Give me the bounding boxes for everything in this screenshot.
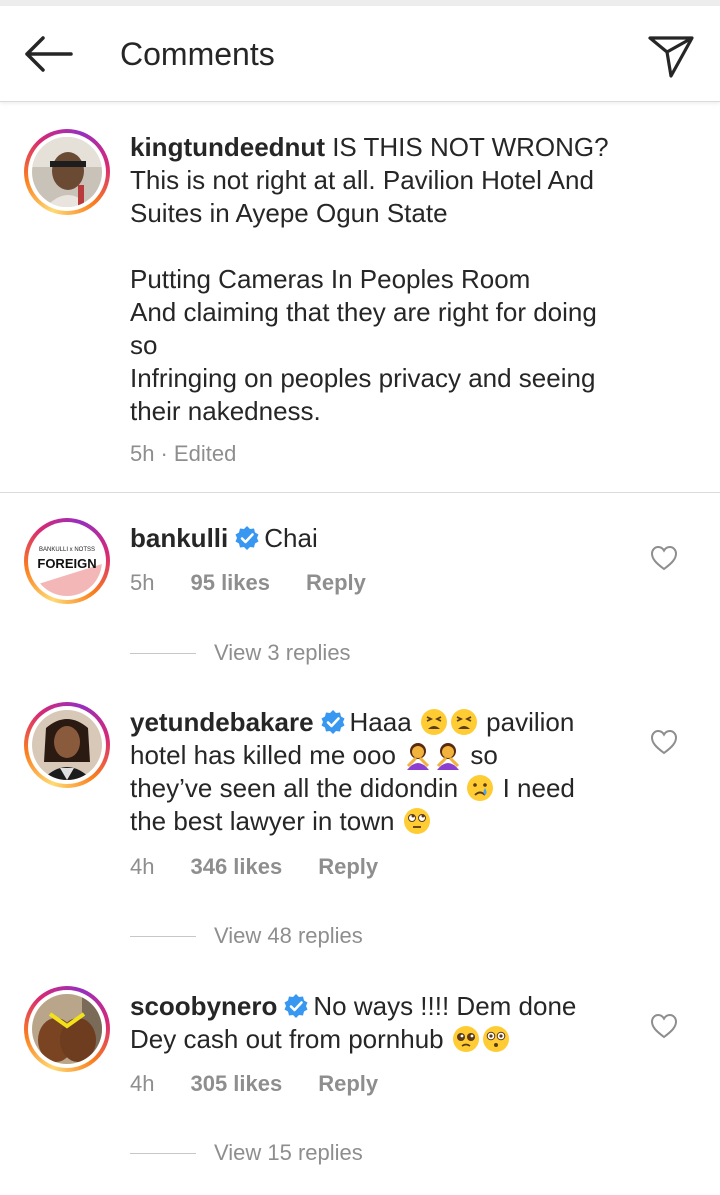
replies-line (130, 1152, 196, 1154)
comment-text: scoobynero No ways !!!! Dem done Dey cash… (130, 991, 577, 1054)
header-bar: Comments (0, 6, 720, 102)
avatar-photo: BANKULLI x NOTSS FOREIGN (32, 526, 102, 596)
comment-text: bankulli Chai (130, 523, 318, 553)
view-replies[interactable]: View 48 replies (130, 923, 363, 949)
verified-badge-icon (235, 526, 259, 550)
crying-face-emoji (467, 775, 494, 801)
avatar-photo (32, 137, 102, 207)
back-button[interactable] (18, 28, 78, 80)
avatar-logo-small: BANKULLI x NOTSS (39, 547, 95, 553)
comment-meta: 4h 346 likes Reply (130, 854, 414, 880)
pleading-face-emoji (452, 1026, 479, 1052)
comment-time: 4h (130, 1071, 155, 1096)
flushed-face-emoji (482, 1026, 509, 1052)
reply-button[interactable]: Reply (318, 1071, 378, 1096)
likes-count[interactable]: 95 likes (190, 570, 270, 595)
woman-gesturing-no-emoji (437, 743, 460, 770)
caption-username[interactable]: kingtundeednut (130, 132, 325, 162)
likes-count[interactable]: 346 likes (190, 854, 282, 879)
caption-edited: · Edited (160, 441, 237, 466)
avatar-photo (32, 710, 102, 780)
comment-text: yetundebakare Haaa pavilion hotel has kil… (130, 707, 575, 836)
replies-line (130, 935, 196, 937)
avatar[interactable] (24, 702, 110, 788)
verified-badge-icon (284, 994, 308, 1018)
verified-badge-icon (321, 710, 345, 734)
eye-roll-emoji (403, 808, 430, 834)
comment-time: 4h (130, 854, 155, 879)
reply-button[interactable]: Reply (306, 570, 366, 595)
comment-meta: 5h 95 likes Reply (130, 570, 402, 596)
avatar-logo-text: FOREIGN (37, 556, 96, 571)
avatar[interactable] (24, 129, 110, 215)
avatar[interactable]: BANKULLI x NOTSS FOREIGN (24, 518, 110, 604)
woman-gesturing-no-emoji (407, 743, 430, 770)
comment-time: 5h (130, 570, 155, 595)
paper-plane-icon (648, 36, 694, 78)
view-replies[interactable]: View 15 replies (130, 1140, 363, 1166)
reply-button[interactable]: Reply (318, 854, 378, 879)
heart-icon[interactable] (650, 729, 678, 755)
heart-icon[interactable] (650, 545, 678, 571)
page-title: Comments (120, 36, 275, 72)
avatar-photo (32, 994, 102, 1064)
caption-divider (0, 492, 720, 493)
likes-count[interactable]: 305 likes (190, 1071, 282, 1096)
replies-line (130, 652, 196, 654)
caption-time: 5h (130, 441, 155, 466)
comment-meta: 4h 305 likes Reply (130, 1071, 414, 1097)
avatar[interactable] (24, 986, 110, 1072)
caption-text: kingtundeednut IS THIS NOT WRONG? This i… (130, 132, 609, 426)
heart-icon[interactable] (650, 1013, 678, 1039)
caption-meta: 5h · Edited (130, 441, 272, 467)
comment-username[interactable]: yetundebakare (130, 707, 314, 737)
view-replies[interactable]: View 3 replies (130, 640, 351, 666)
share-button[interactable] (640, 28, 702, 86)
arrow-left-icon (25, 36, 73, 72)
comment-username[interactable]: bankulli (130, 523, 228, 553)
tired-face-emoji (420, 709, 447, 735)
comment-username[interactable]: scoobynero (130, 991, 277, 1021)
tired-face-emoji (450, 709, 477, 735)
